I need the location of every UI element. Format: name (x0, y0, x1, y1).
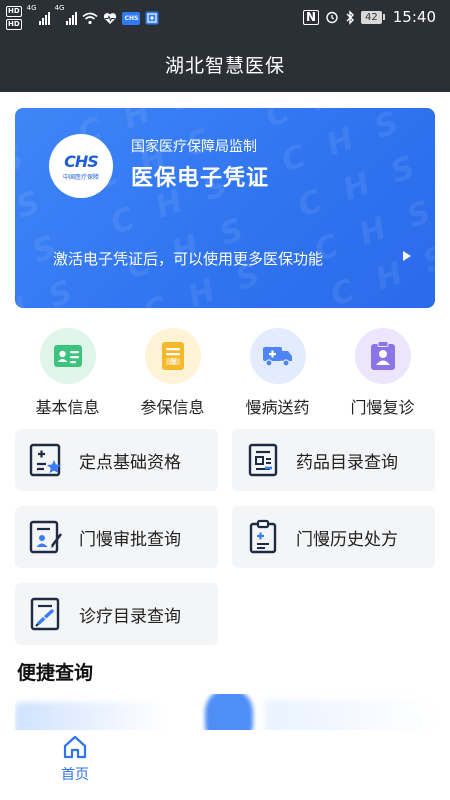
app-header: 湖北智慧医保 (0, 36, 450, 92)
quick-action-revisit[interactable]: 门慢复诊 (330, 328, 435, 420)
bottom-tab-bar: 首页 (0, 730, 450, 800)
heart-rate-icon (104, 12, 117, 24)
tab-home-label: 首页 (61, 767, 89, 783)
prescription-history-icon (244, 518, 282, 556)
card-title: 医保电子凭证 (131, 166, 270, 191)
status-bar: HD HD 4G 4G CHS N 42 15:40 (0, 0, 450, 36)
card-subtitle: 国家医疗保障局监制 (131, 139, 257, 155)
tab-home[interactable]: 首页 (45, 734, 105, 784)
hd-badges: HD HD (6, 6, 22, 30)
wifi-icon (82, 12, 98, 24)
service-label: 药品目录查询 (296, 452, 398, 473)
play-arrow-icon[interactable] (403, 251, 411, 261)
home-icon (63, 735, 87, 759)
network-type: 4G (54, 4, 65, 12)
battery-icon: 42 (361, 10, 385, 24)
approval-query-icon (27, 518, 65, 556)
quick-action-insurance-info[interactable]: 保 参保信息 (120, 328, 225, 420)
quick-action-drug-delivery[interactable]: 慢病送药 (225, 328, 330, 420)
doctor-card-icon (354, 328, 411, 384)
treatment-catalog-icon (27, 595, 65, 633)
signal-icon (38, 11, 50, 25)
section-title: 便捷查询 (17, 662, 94, 684)
battery-level: 42 (361, 10, 382, 24)
insurance-doc-icon: 保 (144, 328, 201, 384)
quick-action-label: 慢病送药 (245, 398, 310, 417)
delivery-truck-icon (249, 328, 306, 384)
nfc-icon: N (302, 9, 320, 25)
quick-action-label: 参保信息 (140, 398, 205, 417)
service-approval-query[interactable]: 门慢审批查询 (15, 506, 218, 568)
quick-action-label: 基本信息 (35, 398, 100, 417)
qualification-icon (27, 441, 65, 479)
quick-query-preview[interactable] (15, 694, 435, 730)
service-prescription-history[interactable]: 门慢历史处方 (232, 506, 435, 568)
app-notification-icon: CHS (122, 11, 141, 25)
service-label: 定点基础资格 (79, 452, 181, 473)
service-label: 门慢历史处方 (296, 529, 398, 550)
blurred-banner (205, 694, 253, 730)
health-app-icon (145, 11, 159, 25)
quick-action-basic-info[interactable]: 基本信息 (15, 328, 120, 420)
hd-badge: HD (6, 19, 22, 30)
service-label: 诊疗目录查询 (79, 606, 181, 627)
status-left: HD HD 4G 4G CHS (6, 4, 159, 32)
bluetooth-icon (346, 9, 355, 25)
network-type: 4G (26, 4, 37, 12)
page-title: 湖北智慧医保 (164, 54, 285, 77)
blurred-banner (265, 700, 435, 730)
alarm-icon (326, 11, 338, 24)
quick-actions: 基本信息 保 参保信息 慢病送药 门慢复诊 (15, 328, 435, 420)
service-designated-qualification[interactable]: 定点基础资格 (15, 429, 218, 491)
clock: 15:40 (392, 8, 436, 26)
hd-badge: HD (6, 6, 22, 17)
service-drug-catalog[interactable]: 药品目录查询 (232, 429, 435, 491)
svg-text:保: 保 (169, 357, 176, 366)
logo-caption: 中国医疗保障 (62, 173, 99, 181)
chs-logo: CHS 中国医疗保障 (49, 134, 113, 198)
quick-action-label: 门慢复诊 (350, 398, 415, 417)
service-label: 门慢审批查询 (79, 529, 181, 550)
blurred-banner (15, 702, 165, 730)
e-voucher-card[interactable]: CHS CHS CHS CHS CHS CHSCHS CHS CHS CHS C… (15, 108, 435, 308)
activation-hint[interactable]: 激活电子凭证后，可以使用更多医保功能 (53, 248, 323, 269)
drug-catalog-icon (244, 441, 282, 479)
signal-icon (66, 11, 78, 25)
logo-text: CHS (64, 151, 99, 171)
service-treatment-catalog[interactable]: 诊疗目录查询 (15, 583, 218, 645)
status-right: N 42 15:40 (302, 6, 436, 28)
id-card-icon (39, 328, 96, 384)
